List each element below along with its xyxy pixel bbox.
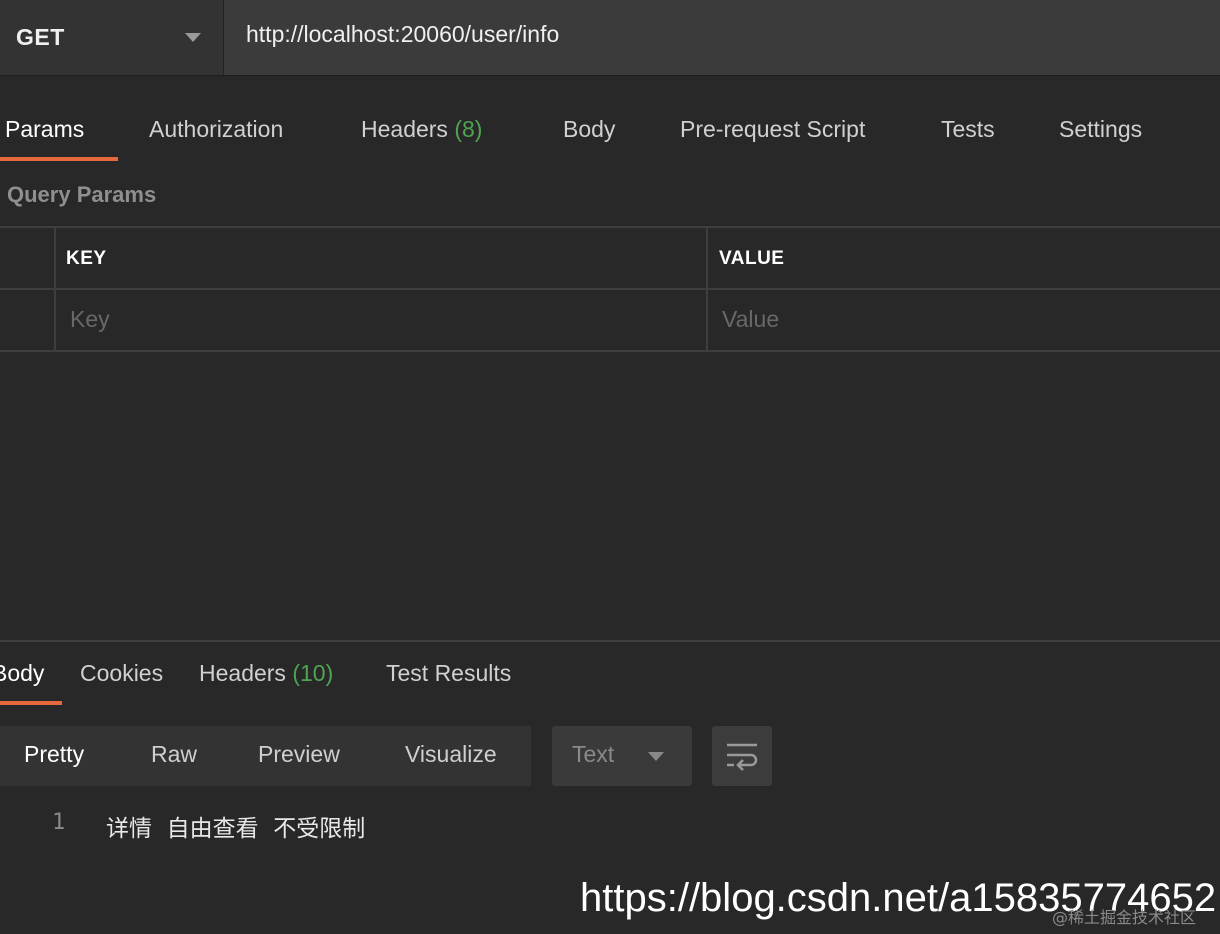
method-select[interactable]: GET [0, 0, 224, 75]
table-divider [706, 226, 708, 352]
chevron-down-icon [648, 752, 664, 761]
active-response-tab-indicator [0, 701, 62, 705]
view-mode-preview[interactable]: Preview [258, 741, 340, 768]
tab-headers-label: Headers [361, 116, 448, 142]
active-tab-indicator [0, 157, 118, 161]
wrap-lines-button[interactable] [712, 726, 772, 786]
response-tab-headers-count: (10) [292, 660, 334, 686]
wrap-lines-icon [727, 743, 758, 771]
url-input[interactable]: http://localhost:20060/user/info [246, 21, 559, 48]
table-divider [54, 226, 56, 352]
request-url-bar: GET http://localhost:20060/user/info [0, 0, 1220, 76]
value-input[interactable]: Value [722, 306, 779, 333]
view-mode-raw[interactable]: Raw [151, 741, 197, 768]
query-params-title: Query Params [7, 182, 157, 207]
table-header-border [0, 288, 1220, 290]
response-tab-body[interactable]: Body [0, 660, 44, 687]
response-tab-headers-label: Headers [199, 660, 286, 686]
table-row-border [0, 350, 1220, 352]
view-mode-visualize[interactable]: Visualize [405, 741, 497, 768]
response-tab-test-results[interactable]: Test Results [386, 660, 511, 687]
tab-params[interactable]: Params [5, 116, 84, 143]
tab-headers-count: (8) [454, 116, 483, 142]
format-label: Text [572, 741, 615, 767]
method-label: GET [16, 24, 65, 50]
tab-tests[interactable]: Tests [941, 116, 995, 143]
line-number: 1 [52, 810, 66, 835]
tab-body[interactable]: Body [563, 116, 615, 143]
response-tab-headers[interactable]: Headers (10) [199, 660, 333, 687]
response-pane-divider[interactable] [0, 640, 1220, 642]
tab-pre-request-script[interactable]: Pre-request Script [680, 116, 865, 143]
tab-authorization[interactable]: Authorization [149, 116, 283, 143]
tab-headers[interactable]: Headers (8) [361, 116, 482, 143]
column-header-value: VALUE [719, 248, 785, 269]
table-top-border [0, 226, 1220, 228]
tab-settings[interactable]: Settings [1059, 116, 1142, 143]
response-tab-cookies[interactable]: Cookies [80, 660, 163, 687]
format-select[interactable]: Text [552, 726, 692, 786]
column-header-key: KEY [66, 248, 107, 269]
watermark-juejin: @稀土掘金技术社区 [1052, 908, 1197, 927]
response-body-line: 详情 自由查看 不受限制 [106, 816, 366, 842]
view-mode-pretty[interactable]: Pretty [24, 741, 84, 768]
key-input[interactable]: Key [70, 306, 110, 333]
chevron-down-icon [185, 33, 201, 42]
